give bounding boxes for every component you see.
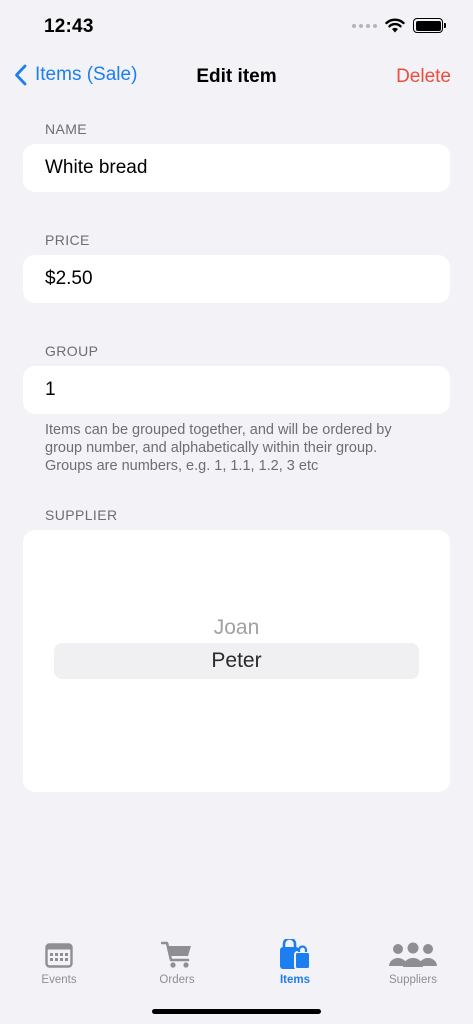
shopping-bags-icon: [280, 939, 311, 970]
status-bar: 12:43: [0, 0, 473, 52]
group-field-container: [23, 366, 450, 414]
delete-button[interactable]: Delete: [396, 66, 451, 88]
people-icon: [389, 942, 437, 967]
name-field[interactable]: [23, 144, 450, 192]
tab-label: Suppliers: [389, 974, 437, 986]
back-button[interactable]: Items (Sale): [14, 64, 137, 86]
tab-label: Orders: [159, 974, 195, 986]
group-section-header: GROUP: [45, 343, 99, 359]
tab-items[interactable]: Items: [236, 939, 354, 986]
price-field-container: [23, 255, 450, 303]
group-footer-line: Groups are numbers, e.g. 1, 1.1, 1.2, 3 …: [45, 458, 319, 474]
tab-events[interactable]: Events: [0, 940, 118, 986]
tab-label: Events: [41, 974, 77, 986]
price-section-header: PRICE: [45, 232, 90, 248]
supplier-section-header: SUPPLIER: [45, 507, 118, 523]
group-footer-line: group number, and alphabetically within …: [45, 440, 378, 456]
back-button-label: Items (Sale): [35, 64, 138, 85]
group-field[interactable]: [23, 366, 450, 414]
battery-icon: [413, 18, 446, 33]
cart-icon: [161, 941, 191, 968]
chevron-left-icon: [15, 64, 27, 86]
wifi-icon: [385, 18, 405, 33]
group-footer-note: Items can be grouped together, and will …: [45, 421, 425, 475]
tab-orders[interactable]: Orders: [118, 940, 236, 986]
tab-suppliers[interactable]: Suppliers: [354, 940, 472, 986]
home-indicator: [152, 1009, 321, 1014]
group-footer-line: Items can be grouped together, and will …: [45, 422, 392, 438]
supplier-picker[interactable]: Joan Peter: [23, 530, 450, 792]
tab-label: Items: [279, 974, 311, 986]
name-section-header: NAME: [45, 121, 88, 137]
cellular-signal-icon: [352, 23, 377, 28]
status-icons: [352, 18, 446, 33]
navigation-bar: Items (Sale) Edit item Delete: [0, 52, 473, 102]
price-field[interactable]: [23, 255, 450, 303]
status-time: 12:43: [44, 16, 94, 37]
name-field-container: [23, 144, 450, 192]
tab-bar: Events Orders Items Suppliers: [0, 928, 473, 1024]
picker-option-selected[interactable]: Peter: [23, 649, 450, 673]
picker-option[interactable]: Joan: [23, 616, 450, 640]
calendar-icon: [45, 943, 73, 968]
